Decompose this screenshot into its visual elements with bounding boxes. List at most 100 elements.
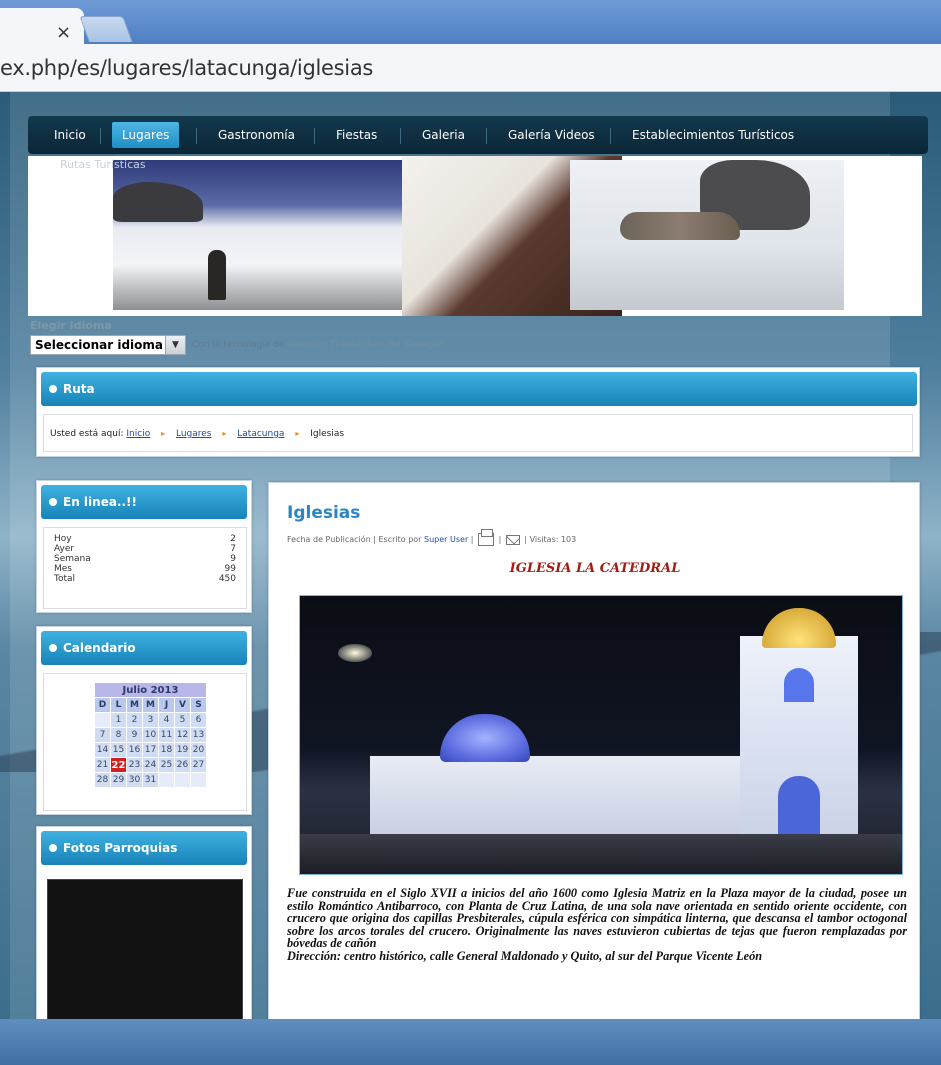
stat-label: Semana [54,554,91,564]
chevron-down-icon[interactable]: ▼ [165,336,185,354]
calendar-day[interactable]: 14 [95,743,110,757]
subnav-rutas[interactable]: Rutas Turísticas [37,156,146,178]
calendar-day[interactable]: 15 [111,743,126,757]
translate-link[interactable]: Traductor de Google [329,339,443,350]
new-tab-button[interactable] [79,16,133,42]
street-lamp [338,644,372,662]
ruta-module: Ruta Usted está aquí: Inicio ▸ Lugares ▸… [36,367,920,457]
print-icon[interactable] [478,529,495,546]
calendar-weekday: L [111,698,126,712]
calendar-day[interactable]: 9 [127,728,142,742]
article-body: Fue construida en el Siglo XVII a inicio… [287,887,907,963]
calendar-day[interactable]: 20 [191,743,206,757]
breadcrumb-lugares[interactable]: Lugares [176,429,212,439]
language-select-value: Seleccionar idioma [35,338,164,352]
banner-climber [208,250,226,300]
calendar-day[interactable]: 18 [159,743,174,757]
calendar-day[interactable]: 26 [175,758,190,772]
calendar-header: Calendario [41,631,247,665]
calendar-day[interactable]: 21 [95,758,110,772]
calendar-day[interactable]: 16 [127,743,142,757]
browser-tabstrip: × [0,0,941,44]
breadcrumb-separator-icon: ▸ [295,429,300,438]
calendar-day[interactable]: 27 [191,758,206,772]
stat-value: 9 [230,554,236,564]
article-title[interactable]: Iglesias [287,503,360,523]
calendar-day[interactable]: 25 [159,758,174,772]
close-tab-icon[interactable]: × [56,22,71,43]
calendar-month: Julio 2013 [95,683,206,697]
nav-gastronomia[interactable]: Gastronomía [208,116,305,154]
calendar-day[interactable]: 31 [143,773,158,787]
calendar-day[interactable]: 4 [159,713,174,727]
translate-credit: Con la tecnología de Google Traductor de… [192,339,444,350]
nav-inicio[interactable]: Inicio [44,116,96,154]
calendar-day[interactable]: 28 [95,773,110,787]
calendar-day[interactable]: 22 [111,758,126,772]
fotos-image[interactable] [47,879,243,1029]
url-text[interactable]: ex.php/es/lugares/latacunga/iglesias [0,56,373,80]
calendar-day[interactable]: 7 [95,728,110,742]
breadcrumb-latacunga[interactable]: Latacunga [237,429,284,439]
browser-tab[interactable]: × [0,8,84,44]
calendar-empty-cell [175,773,190,787]
breadcrumb-prefix: Usted está aquí: [50,429,124,439]
nav-divider [486,128,487,144]
nav-lugares[interactable]: Lugares [112,122,180,148]
nav-galeria[interactable]: Galeria [412,116,475,154]
plaza-ground [300,834,902,874]
stat-row: Semana 9 [54,554,236,564]
meta-prefix: Fecha de Publicación | Escrito por [287,535,422,544]
calendar-day[interactable]: 8 [111,728,126,742]
main-nav: Inicio Lugares Gastronomía Fiestas Galer… [28,116,928,154]
calendar-day[interactable]: 24 [143,758,158,772]
address-bar[interactable]: ex.php/es/lugares/latacunga/iglesias [0,44,941,92]
email-icon[interactable] [505,534,520,545]
tower-cupola [762,608,836,648]
calendar-weekday: S [191,698,206,712]
stat-value: 7 [230,544,236,554]
article-address: Dirección: centro histórico, calle Gener… [287,948,763,963]
powered-prefix: Con la tecnología de [192,340,285,350]
language-label: Elegir Idioma [30,319,112,332]
calendar-day[interactable]: 23 [127,758,142,772]
stat-row: Ayer 7 [54,544,236,554]
stat-row: Mes 99 [54,564,236,574]
nav-galeria-videos[interactable]: Galería Videos [498,116,605,154]
meta-divider: | [470,535,474,544]
calendar-day[interactable]: 11 [159,728,174,742]
breadcrumb-inicio[interactable]: Inicio [126,429,150,439]
nav-establecimientos[interactable]: Establecimientos Turísticos [622,116,804,154]
cathedral-photo [299,595,903,875]
calendar-day[interactable]: 1 [111,713,126,727]
calendar-day[interactable]: 5 [175,713,190,727]
article-paragraph: Fue construida en el Siglo XVII a inicio… [287,886,907,951]
calendar-body: Julio 2013 DLMMJVS 1 2 3 4 5 6 7 8 9 10 11 12 13 14 15… [43,673,247,811]
nav-fiestas[interactable]: Fiestas [326,116,387,154]
visitor-stats: Hoy 2 Ayer 7 Semana 9 Mes 99 Total 450 [43,527,247,609]
header-banner [28,156,922,316]
church-dome [440,714,530,762]
breadcrumb: Usted está aquí: Inicio ▸ Lugares ▸ Lata… [43,414,913,452]
calendar-day[interactable]: 13 [191,728,206,742]
google-logo: Google [287,339,327,350]
article-heading: IGLESIA LA CATEDRAL [509,561,681,576]
calendar-day[interactable]: 19 [175,743,190,757]
calendar-day[interactable]: 2 [127,713,142,727]
calendar-day[interactable]: 29 [111,773,126,787]
calendar-day[interactable]: 30 [127,773,142,787]
calendar-day[interactable]: 3 [143,713,158,727]
language-select[interactable]: Seleccionar idioma ▼ [30,335,186,355]
ruta-header: Ruta [41,372,917,406]
calendar-day[interactable]: 12 [175,728,190,742]
calendar-day[interactable]: 6 [191,713,206,727]
stat-row: Total 450 [54,574,236,584]
nav-divider [100,128,101,144]
meta-divider: | [498,535,502,544]
calendar-day[interactable]: 17 [143,743,158,757]
tower-door-arch [778,776,820,836]
article-author: Super User [424,535,469,544]
calendar-day[interactable]: 10 [143,728,158,742]
article: Iglesias Fecha de Publicación | Escrito … [268,482,920,1027]
article-meta: Fecha de Publicación | Escrito por Super… [287,529,576,546]
